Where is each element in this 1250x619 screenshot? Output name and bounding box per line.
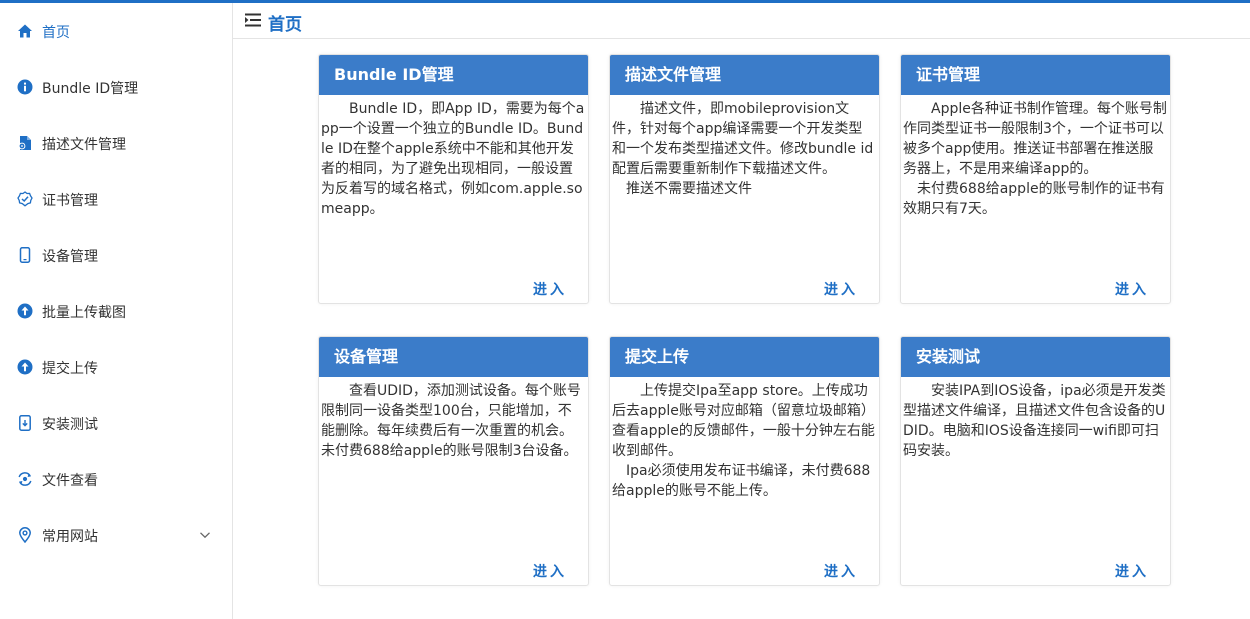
card-description: 上传提交Ipa至app store。上传成功后去apple账号对应邮箱（留意垃圾… bbox=[612, 381, 876, 501]
sidebar-item-file-view[interactable]: 文件查看 bbox=[0, 459, 232, 499]
card-enter-link[interactable]: 进入 bbox=[824, 561, 858, 581]
card-description: Apple各种证书制作管理。每个账号制作同类型证书一般限制3个，一个证书可以被多… bbox=[903, 99, 1167, 219]
sidebar-item-certificate[interactable]: 证书管理 bbox=[0, 179, 232, 219]
card-paragraph: 推送不需要描述文件 bbox=[626, 181, 752, 197]
card-bundle-id: Bundle ID管理 Bundle ID，即App ID，需要为每个app一个… bbox=[318, 54, 589, 304]
verified-badge-icon bbox=[17, 191, 33, 207]
card-title: 提交上传 bbox=[610, 337, 879, 377]
sidebar-item-label: 设备管理 bbox=[42, 249, 98, 265]
card-description: 描述文件，即mobileprovision文件，针对每个app编译需要一个开发类… bbox=[612, 99, 876, 199]
card-title: 设备管理 bbox=[319, 337, 588, 377]
sidebar-item-devices[interactable]: 设备管理 bbox=[0, 235, 232, 275]
card-title: 安装测试 bbox=[901, 337, 1170, 377]
card-enter-link[interactable]: 进入 bbox=[824, 279, 858, 299]
card-description: 安装IPA到IOS设备，ipa必须是开发类型描述文件编译，且描述文件包含设备的U… bbox=[903, 381, 1167, 461]
card-paragraph: 上传提交Ipa至app store。上传成功后去apple账号对应邮箱（留意垃圾… bbox=[612, 383, 875, 459]
card-paragraph: 未付费688给apple的账号制作的证书有效期只有7天。 bbox=[903, 181, 1165, 217]
card-enter-link[interactable]: 进入 bbox=[1115, 279, 1149, 299]
card-install-test: 安装测试 安装IPA到IOS设备，ipa必须是开发类型描述文件编译，且描述文件包… bbox=[900, 336, 1171, 586]
sidebar-item-label: Bundle ID管理 bbox=[42, 81, 139, 97]
sidebar-item-install-test[interactable]: 安装测试 bbox=[0, 403, 232, 443]
card-devices: 设备管理 查看UDID，添加测试设备。每个账号限制同一设备类型100台，只能增加… bbox=[318, 336, 589, 586]
file-settings-icon bbox=[18, 136, 31, 150]
card-paragraph: 安装IPA到IOS设备，ipa必须是开发类型描述文件编译，且描述文件包含设备的U… bbox=[903, 383, 1166, 459]
sidebar-item-label: 首页 bbox=[42, 25, 70, 41]
card-description: Bundle ID，即App ID，需要为每个app一个设置一个独立的Bundl… bbox=[321, 99, 585, 219]
sidebar-item-label: 证书管理 bbox=[42, 193, 98, 209]
card-paragraph: Bundle ID，即App ID，需要为每个app一个设置一个独立的Bundl… bbox=[321, 101, 585, 217]
header: 首页 bbox=[233, 3, 1250, 39]
card-certificate: 证书管理 Apple各种证书制作管理。每个账号制作同类型证书一般限制3个，一个证… bbox=[900, 54, 1171, 304]
upload-circle-icon bbox=[17, 359, 33, 375]
home-icon bbox=[18, 24, 32, 38]
sidebar-item-label: 提交上传 bbox=[42, 361, 98, 377]
sidebar-item-home[interactable]: 首页 bbox=[0, 11, 232, 51]
card-title: 证书管理 bbox=[901, 55, 1170, 95]
sync-eye-icon bbox=[18, 472, 32, 486]
sidebar-item-submit-upload[interactable]: 提交上传 bbox=[0, 347, 232, 387]
card-title: 描述文件管理 bbox=[610, 55, 879, 95]
card-description: 查看UDID，添加测试设备。每个账号限制同一设备类型100台，只能增加，不能删除… bbox=[321, 381, 585, 461]
info-icon bbox=[17, 79, 33, 95]
location-pin-icon bbox=[19, 527, 31, 543]
sidebar-item-batch-upload[interactable]: 批量上传截图 bbox=[0, 291, 232, 331]
mobile-phone-icon bbox=[19, 247, 31, 263]
card-paragraph: 描述文件，即mobileprovision文件，针对每个app编译需要一个开发类… bbox=[612, 101, 874, 177]
card-title: Bundle ID管理 bbox=[319, 55, 588, 95]
sidebar-item-label: 批量上传截图 bbox=[42, 305, 126, 321]
card-provision: 描述文件管理 描述文件，即mobileprovision文件，针对每个app编译… bbox=[609, 54, 880, 304]
sidebar-item-label: 描述文件管理 bbox=[42, 137, 126, 153]
card-enter-link[interactable]: 进入 bbox=[533, 279, 567, 299]
sidebar-item-label: 文件查看 bbox=[42, 473, 98, 489]
card-submit-upload: 提交上传 上传提交Ipa至app store。上传成功后去apple账号对应邮箱… bbox=[609, 336, 880, 586]
app-install-icon bbox=[19, 415, 31, 431]
card-paragraph: Ipa必须使用发布证书编译，未付费688给apple的账号不能上传。 bbox=[612, 463, 871, 499]
sidebar: 首页 Bundle ID管理 描述文件管理 证书管理 设备管理 批量上传截图 提… bbox=[0, 3, 233, 619]
upload-circle-icon bbox=[17, 303, 33, 319]
card-enter-link[interactable]: 进入 bbox=[1115, 561, 1149, 581]
sidebar-item-common-sites[interactable]: 常用网站 bbox=[0, 515, 232, 555]
sidebar-item-label: 安装测试 bbox=[42, 417, 98, 433]
chevron-down-icon[interactable] bbox=[199, 529, 211, 541]
menu-collapse-icon[interactable] bbox=[245, 13, 261, 27]
sidebar-item-bundle-id[interactable]: Bundle ID管理 bbox=[0, 67, 232, 107]
card-paragraph: Apple各种证书制作管理。每个账号制作同类型证书一般限制3个，一个证书可以被多… bbox=[903, 101, 1167, 177]
card-paragraph: 查看UDID，添加测试设备。每个账号限制同一设备类型100台，只能增加，不能删除… bbox=[321, 383, 581, 459]
sidebar-item-label: 常用网站 bbox=[42, 529, 98, 545]
card-enter-link[interactable]: 进入 bbox=[533, 561, 567, 581]
page-title: 首页 bbox=[268, 15, 302, 35]
sidebar-item-provision[interactable]: 描述文件管理 bbox=[0, 123, 232, 163]
